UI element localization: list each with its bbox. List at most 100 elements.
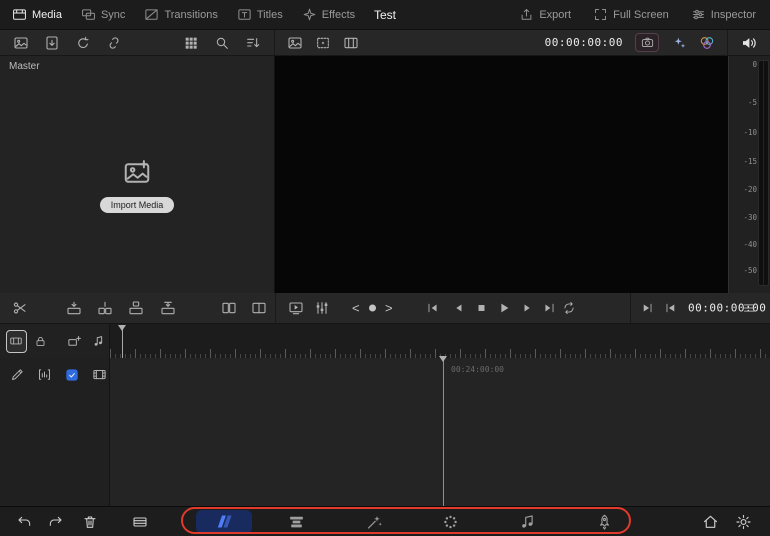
audio-monitor-header xyxy=(728,30,770,55)
split-clip-icon[interactable] xyxy=(12,300,28,316)
step-forward-icon[interactable] xyxy=(521,302,534,315)
play-icon[interactable] xyxy=(497,301,511,315)
media-pool-toolbar xyxy=(0,30,275,55)
tab-media[interactable]: Media xyxy=(12,7,62,22)
camera-icon xyxy=(641,36,654,49)
dual-timeline-view-icon[interactable] xyxy=(251,300,267,316)
audio-meter-toggle-icon[interactable] xyxy=(37,367,52,382)
export-label: Export xyxy=(539,9,571,21)
play-to-end-icon[interactable] xyxy=(641,302,654,315)
keyboard-toggle-icon[interactable] xyxy=(132,514,148,530)
settings-icon[interactable] xyxy=(735,513,752,530)
media-pool-clips-icon[interactable] xyxy=(13,35,29,51)
meter-label-neg5: -5 xyxy=(741,98,757,107)
timeline-tracks[interactable]: 00:24:00:00 xyxy=(110,358,770,506)
safe-area-icon[interactable] xyxy=(315,35,331,51)
import-media-icon[interactable] xyxy=(44,35,60,51)
trim-point-button[interactable] xyxy=(369,305,376,312)
sort-icon[interactable] xyxy=(245,35,261,51)
viewer-media-icon[interactable] xyxy=(287,35,303,51)
magic-mask-icon[interactable] xyxy=(671,35,687,51)
nudge-right-button[interactable]: > xyxy=(385,302,393,315)
delete-icon[interactable] xyxy=(82,514,98,530)
meter-label-neg15: -15 xyxy=(741,157,757,166)
main-area: Master Import Media 0 -5 -10 -15 -20 -30… xyxy=(0,56,770,293)
edit-page-icon[interactable] xyxy=(288,513,305,530)
meter-label-neg50: -50 xyxy=(741,266,757,275)
relink-media-icon[interactable] xyxy=(106,35,122,51)
timeline-view-icon[interactable] xyxy=(221,300,237,316)
inspector-label: Inspector xyxy=(711,9,756,21)
loop-playback-icon[interactable] xyxy=(562,301,576,315)
redo-icon[interactable] xyxy=(48,514,64,530)
import-media-button[interactable]: Import Media xyxy=(100,197,175,213)
media-pool-panel: Master Import Media xyxy=(0,56,275,293)
search-icon[interactable] xyxy=(214,35,230,51)
audio-level-meter: 0 -5 -10 -15 -20 -30 -40 -50 xyxy=(728,56,770,293)
tab-effects-label: Effects xyxy=(322,9,355,21)
keyframe-pen-icon[interactable] xyxy=(10,367,25,382)
viewer-layout-icon[interactable] xyxy=(343,35,359,51)
timeline-area: 00:24:00:00 xyxy=(0,358,770,506)
meter-label-neg20: -20 xyxy=(741,185,757,194)
camera-button[interactable] xyxy=(635,33,659,52)
retime-controls-icon[interactable] xyxy=(314,300,330,316)
add-video-track-button[interactable] xyxy=(64,330,84,353)
tab-transitions[interactable]: Transitions xyxy=(144,7,217,22)
tab-titles[interactable]: Titles xyxy=(237,7,283,22)
color-wheels-icon[interactable] xyxy=(699,35,715,51)
nudge-left-button[interactable]: < xyxy=(352,302,360,315)
lock-tracks-button[interactable] xyxy=(31,330,51,353)
mini-timeline-playhead[interactable] xyxy=(122,327,123,358)
timeline-options-menu-icon[interactable] xyxy=(742,301,757,316)
meter-label-0: 0 xyxy=(741,60,757,69)
fullscreen-button[interactable]: Full Screen xyxy=(593,7,669,22)
export-button[interactable]: Export xyxy=(519,7,571,22)
fairlight-page-icon[interactable] xyxy=(519,513,536,530)
track-badge-icon[interactable] xyxy=(64,367,80,383)
playhead-position-label: 00:24:00:00 xyxy=(451,365,504,374)
play-from-start-icon[interactable] xyxy=(664,302,677,315)
trim-tool-button[interactable] xyxy=(6,330,27,353)
thumbnail-view-icon[interactable] xyxy=(183,35,199,51)
tab-sync[interactable]: Sync xyxy=(81,7,125,22)
import-media-placeholder-icon xyxy=(122,158,152,188)
resync-media-icon[interactable] xyxy=(75,35,91,51)
meter-label-neg10: -10 xyxy=(741,128,757,137)
place-on-top-icon[interactable] xyxy=(66,300,82,316)
meter-label-neg40: -40 xyxy=(741,240,757,249)
jump-to-start-icon[interactable] xyxy=(426,302,439,315)
bottom-bar xyxy=(0,506,770,536)
home-icon[interactable] xyxy=(702,513,719,530)
tab-effects[interactable]: Effects xyxy=(302,7,355,22)
video-track-icon[interactable] xyxy=(92,367,107,382)
append-clip-icon[interactable] xyxy=(97,300,113,316)
timeline-playhead[interactable] xyxy=(443,358,444,506)
meter-label-neg30: -30 xyxy=(741,213,757,222)
step-back-icon[interactable] xyxy=(452,302,465,315)
meter-bars xyxy=(759,61,768,285)
color-page-icon[interactable] xyxy=(442,513,459,530)
vfx-page-icon[interactable] xyxy=(366,513,383,530)
cut-page-icon xyxy=(216,513,233,530)
top-bar: Media Sync Transitions Titles Effects Te… xyxy=(0,0,770,30)
inspector-button[interactable]: Inspector xyxy=(691,7,756,22)
overwrite-clip-icon[interactable] xyxy=(160,300,176,316)
lock-icon xyxy=(34,335,47,348)
stop-icon[interactable] xyxy=(475,302,488,315)
live-overwrite-icon[interactable] xyxy=(288,300,304,316)
add-audio-track-button[interactable] xyxy=(89,330,109,353)
tab-transitions-label: Transitions xyxy=(164,9,217,21)
video-editor-app: Media Sync Transitions Titles Effects Te… xyxy=(0,0,770,536)
cut-page-button[interactable] xyxy=(196,510,252,534)
bin-name: Master xyxy=(9,61,40,72)
tab-media-label: Media xyxy=(32,9,62,21)
undo-icon[interactable] xyxy=(16,514,32,530)
speaker-icon[interactable] xyxy=(740,34,758,52)
add-audio-icon xyxy=(91,334,106,349)
deliver-page-icon[interactable] xyxy=(596,513,613,530)
viewer[interactable] xyxy=(275,56,728,293)
jump-to-end-icon[interactable] xyxy=(543,302,556,315)
insert-clip-icon[interactable] xyxy=(128,300,144,316)
timeline-ruler[interactable] xyxy=(110,324,770,358)
